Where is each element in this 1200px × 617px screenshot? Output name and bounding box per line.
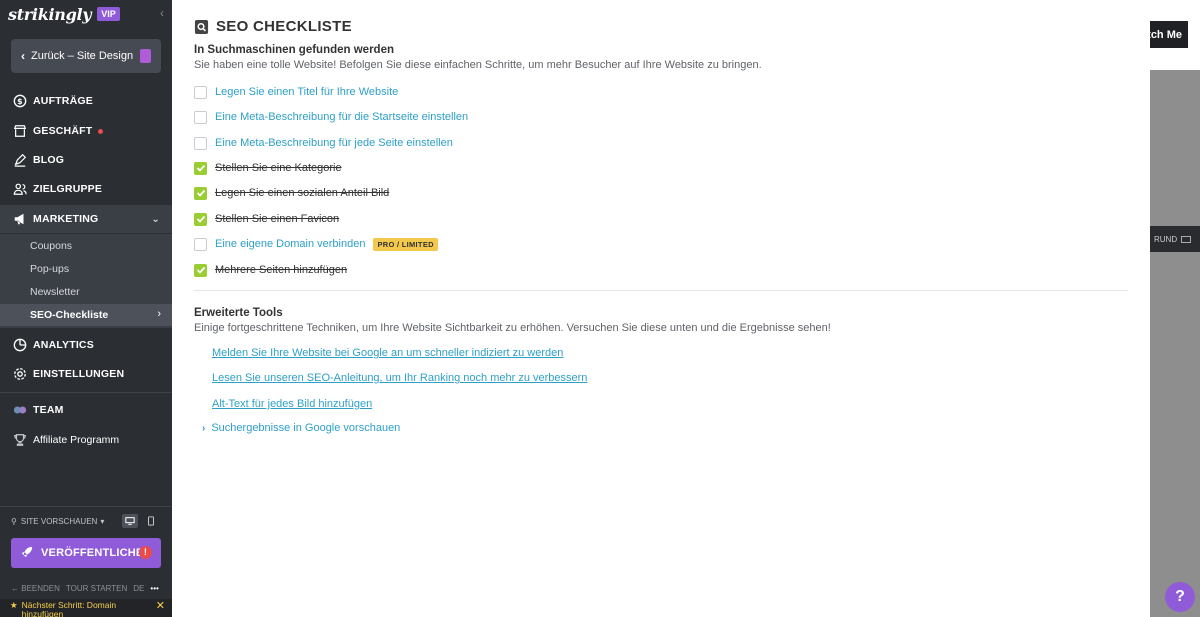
submenu-newsletter[interactable]: Newsletter — [30, 286, 80, 298]
alert-icon: ! — [139, 546, 152, 559]
megaphone-icon — [12, 212, 27, 227]
chevron-down-icon: ⌄ — [151, 213, 160, 225]
checklist-item-label[interactable]: Eine Meta-Beschreibung für jede Seite ei… — [215, 137, 453, 149]
checklist-item[interactable]: Stellen Sie eine Kategorie — [194, 160, 342, 176]
checkbox-checked[interactable] — [194, 161, 207, 175]
tool-link-google-submit[interactable]: Melden Sie Ihre Website bei Google an um… — [212, 347, 563, 359]
collapse-sidebar-icon[interactable]: ‹ — [160, 6, 164, 20]
dollar-circle-icon: $ — [12, 94, 27, 109]
google-preview-toggle[interactable]: › Suchergebnisse in Google vorschauen — [202, 422, 400, 434]
checkbox-checked[interactable] — [194, 263, 207, 277]
logo-row: strikingly VIP — [8, 4, 120, 24]
checklist-item[interactable]: Eine eigene Domain verbinden PRO / LIMITE… — [194, 236, 438, 252]
tool-link-alt-text[interactable]: Alt-Text für jedes Bild hinzufügen — [212, 398, 372, 410]
tool-link-seo-guide[interactable]: Lesen Sie unseren SEO-Anleitung, um Ihr … — [212, 372, 587, 384]
design-icon — [140, 49, 151, 63]
nav-auftraege[interactable]: $ AUFTRÄGE — [0, 87, 172, 115]
sidebar-divider — [0, 392, 172, 393]
trophy-icon — [12, 433, 27, 448]
store-icon — [12, 124, 27, 139]
help-button[interactable]: ? — [1165, 582, 1195, 612]
nav-blog[interactable]: BLOG — [0, 146, 172, 174]
site-preview-row: ⚲ SITE VORSCHAUEN ▾ — [11, 514, 161, 528]
publish-button[interactable]: VERÖFFENTLICHEN ! — [11, 538, 161, 568]
more-icon[interactable]: ••• — [150, 584, 158, 593]
chevron-right-icon: › — [202, 422, 206, 434]
checklist-item-label: Legen Sie einen sozialen Anteil Bild — [215, 187, 390, 199]
checklist-item[interactable]: Mehrere Seiten hinzufügen — [194, 262, 347, 278]
nav-team[interactable]: TEAM — [0, 396, 172, 424]
rocket-icon — [21, 546, 33, 561]
checklist-item-label: Stellen Sie einen Favicon — [215, 213, 340, 225]
submenu-coupons[interactable]: Coupons — [30, 240, 72, 252]
checkbox[interactable] — [194, 85, 207, 99]
svg-text:$: $ — [17, 97, 23, 106]
logo: strikingly — [8, 4, 92, 24]
nav-zielgruppe[interactable]: ZIELGRUPPE — [0, 175, 172, 203]
checkbox[interactable] — [194, 110, 207, 124]
pie-chart-icon — [12, 338, 27, 353]
checkbox-checked[interactable] — [194, 212, 207, 226]
checklist-item[interactable]: Legen Sie einen sozialen Anteil Bild — [194, 185, 389, 201]
checklist-item-label[interactable]: Eine Meta-Beschreibung für die Startseit… — [215, 111, 468, 123]
advanced-tools-heading: Erweiterte Tools — [194, 307, 283, 319]
editor-canvas — [1150, 0, 1200, 617]
watch-me-button[interactable]: tch Me — [1150, 21, 1188, 48]
image-icon — [1181, 235, 1192, 243]
plan-badge: PRO / LIMITED — [373, 237, 438, 251]
caret-down-icon: ▾ — [100, 516, 105, 526]
page-title: SEO CHECKLISTE — [216, 18, 352, 35]
next-step-banner[interactable]: ★ Nächster Schritt: Domain hinzufügen ✕ — [0, 599, 172, 617]
nav-marketing[interactable]: MARKETING ⌄ — [0, 205, 172, 233]
desktop-preview-icon[interactable] — [122, 514, 138, 528]
section-heading: In Suchmaschinen gefunden werden — [194, 44, 395, 56]
search-icon: ⚲ — [11, 516, 17, 526]
nav-einstellungen[interactable]: EINSTELLUNGEN — [0, 360, 172, 388]
checklist-item[interactable]: Eine Meta-Beschreibung für jede Seite ei… — [194, 135, 453, 151]
language-selector[interactable]: DE — [133, 584, 144, 593]
advanced-tools-description: Einige fortgeschrittene Techniken, um Ih… — [194, 322, 831, 334]
checkbox-checked[interactable] — [194, 186, 207, 200]
checklist-item[interactable]: Eine Meta-Beschreibung für die Startseit… — [194, 109, 468, 125]
site-preview-dropdown[interactable]: SITE VORSCHAUEN — [21, 517, 97, 526]
exit-link[interactable]: ← BEENDEN — [11, 584, 60, 593]
checklist-item-label: Stellen Sie eine Kategorie — [215, 162, 342, 174]
background-bar[interactable]: RUND — [1150, 226, 1200, 252]
section-description: Sie haben eine tolle Website! Befolgen S… — [194, 59, 762, 71]
seo-search-icon — [194, 19, 209, 35]
checkbox[interactable] — [194, 237, 207, 251]
close-icon[interactable]: ✕ — [156, 601, 165, 612]
back-to-design-button[interactable]: ‹ Zurück – Site Design — [11, 39, 161, 73]
checklist-item[interactable]: Stellen Sie einen Favicon — [194, 211, 339, 227]
checklist-item[interactable]: Legen Sie einen Titel für Ihre Website — [194, 84, 398, 100]
checklist-item-label[interactable]: Legen Sie einen Titel für Ihre Website — [215, 86, 398, 98]
seo-checklist-panel: SEO CHECKLISTE In Suchmaschinen gefunden… — [172, 0, 1150, 617]
submenu-popups[interactable]: Pop-ups — [30, 263, 69, 275]
sidebar-divider-bottom — [0, 506, 172, 507]
checklist-item-label: Mehrere Seiten hinzufügen — [215, 264, 348, 276]
vip-badge: VIP — [97, 7, 120, 21]
section-divider — [194, 290, 1128, 291]
mobile-preview-icon[interactable] — [143, 514, 159, 528]
pen-icon — [12, 153, 27, 168]
checkbox[interactable] — [194, 136, 207, 150]
sidebar: strikingly VIP ‹ ‹ Zurück – Site Design … — [0, 0, 172, 617]
tour-link[interactable]: TOUR STARTEN — [66, 584, 127, 593]
chevron-left-icon: ‹ — [21, 49, 25, 63]
sidebar-footer: ← BEENDEN TOUR STARTEN DE ••• — [11, 584, 159, 593]
chevron-right-icon: › — [157, 308, 161, 320]
checklist-item-label[interactable]: Eine eigene Domain verbinden — [215, 238, 365, 250]
nav-geschaeft[interactable]: GESCHÄFT — [0, 117, 172, 145]
nav-affiliate[interactable]: Affiliate Programm — [0, 426, 172, 454]
star-icon: ★ — [10, 600, 18, 610]
nav-analytics[interactable]: ANALYTICS — [0, 331, 172, 359]
team-icon — [12, 403, 27, 418]
notification-dot — [98, 128, 104, 134]
users-icon — [12, 182, 27, 197]
panel-header: SEO CHECKLISTE — [194, 18, 352, 35]
gear-icon — [12, 367, 27, 382]
submenu-seo-checkliste[interactable]: SEO-Checkliste › — [0, 304, 172, 326]
